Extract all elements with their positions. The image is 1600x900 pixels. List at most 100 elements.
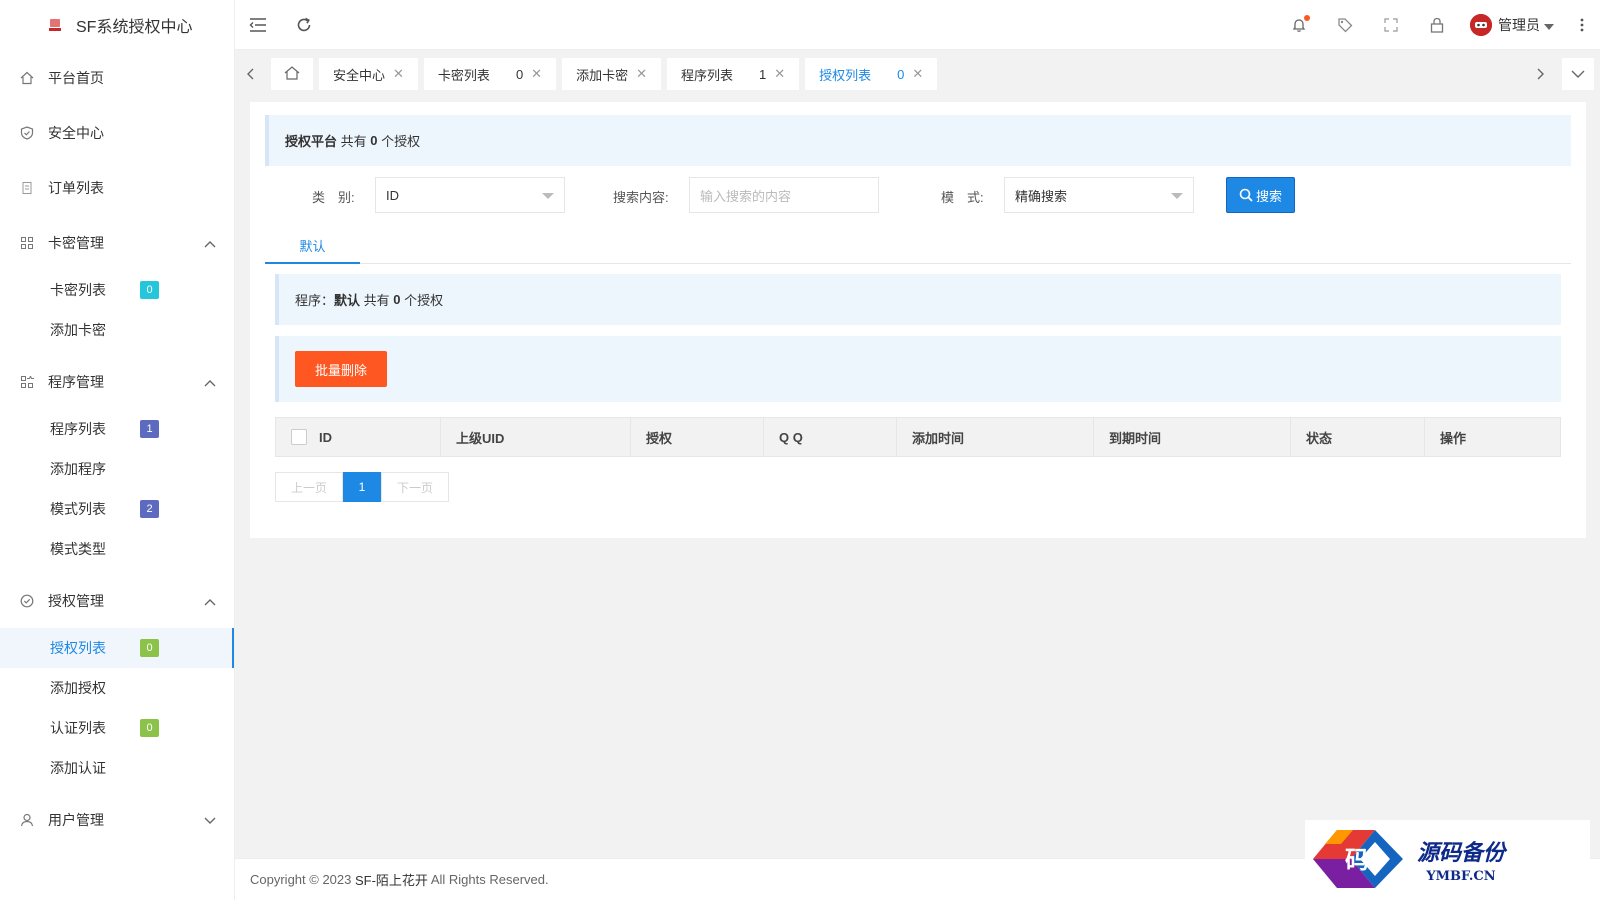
sidebar-item-label: 添加程序 <box>50 461 106 477</box>
sidebar-item-label: 订单列表 <box>48 179 104 196</box>
caret-down-icon <box>542 193 554 199</box>
sidebar-item-auth-list[interactable]: 授权列表 0 <box>0 628 234 668</box>
chevron-up-icon <box>204 235 216 251</box>
sidebar-item-add-auth[interactable]: 添加授权 <box>0 668 234 708</box>
sidebar-item-home[interactable]: 平台首页 <box>0 50 234 105</box>
check-circle-icon <box>20 594 34 608</box>
watermark: 码 源码备份 YMBF.CN <box>1305 820 1590 898</box>
search-input[interactable]: 输入搜索的内容 <box>689 177 879 213</box>
column-label: ID <box>319 429 332 445</box>
tab-home[interactable] <box>271 58 313 90</box>
tab-label: 安全中心 <box>333 67 386 83</box>
tab-program-list[interactable]: 程序列表 1 ✕ <box>667 58 800 90</box>
program-tabs: 默认 <box>265 228 1571 264</box>
document-icon <box>20 181 34 195</box>
auth-table-header: ID 上级UID 授权 Q Q 添加时间 到期时间 状态 操作 <box>275 417 1561 457</box>
refresh-icon[interactable] <box>281 0 327 50</box>
menu-fold-icon[interactable] <box>235 0 281 50</box>
sidebar-item-label: 卡密管理 <box>48 234 104 251</box>
avatar <box>1470 13 1492 36</box>
tab-add-card[interactable]: 添加卡密 ✕ <box>562 58 661 90</box>
pagination: 上一页 1 下一页 <box>275 472 449 502</box>
chevron-down-icon[interactable] <box>1562 58 1594 90</box>
column-parent-uid: 上级UID <box>441 418 631 456</box>
notice-prefix: 授权平台 <box>285 134 338 149</box>
sidebar-item-label: 安全中心 <box>48 124 104 141</box>
sidebar-item-label: 添加认证 <box>50 760 106 776</box>
sidebar-item-program-management[interactable]: 程序管理 <box>0 354 234 409</box>
mode-select[interactable]: 精确搜索 <box>1004 177 1194 213</box>
sidebar-item-label: 授权管理 <box>48 592 104 609</box>
home-icon <box>20 71 34 85</box>
tab-label: 添加卡密 <box>576 67 629 83</box>
user-menu[interactable]: 管理员 <box>1460 13 1564 36</box>
shield-icon <box>20 125 34 140</box>
column-qq: Q Q <box>764 418 897 456</box>
search-button[interactable]: 搜索 <box>1226 177 1295 213</box>
next-page-button[interactable]: 下一页 <box>381 472 449 502</box>
more-vertical-icon[interactable] <box>1564 0 1600 50</box>
platform-notice: 授权平台 共有 0 个授权 <box>265 115 1571 166</box>
sidebar-item-mode-list[interactable]: 模式列表 2 <box>0 489 234 529</box>
lock-icon[interactable] <box>1414 0 1460 50</box>
tag-icon[interactable] <box>1322 0 1368 50</box>
sidebar-item-label: 用户管理 <box>48 811 104 828</box>
tab-label: 程序列表 <box>681 67 734 83</box>
sidebar-item-auth-management[interactable]: 授权管理 <box>0 573 234 628</box>
chevron-right-icon[interactable] <box>1526 58 1556 90</box>
close-icon[interactable]: ✕ <box>912 66 923 82</box>
sidebar-item-add-program[interactable]: 添加程序 <box>0 449 234 489</box>
sidebar-item-card-management[interactable]: 卡密管理 <box>0 215 234 270</box>
fullscreen-icon[interactable] <box>1368 0 1414 50</box>
apps-icon <box>20 375 34 389</box>
tab-label: 卡密列表 <box>437 67 490 83</box>
count-badge: 0 <box>140 719 159 737</box>
footer-copyright: Copyright © 2023 <box>250 872 355 887</box>
header-actions: 管理员 <box>1276 0 1600 50</box>
caret-down-icon <box>1544 17 1554 33</box>
app-title: SF系统授权中心 <box>76 19 193 36</box>
search-button-label: 搜索 <box>1255 188 1282 204</box>
notice-prefix: 程序： <box>295 293 335 308</box>
column-added-time: 添加时间 <box>897 418 1094 456</box>
category-value: ID <box>386 187 399 203</box>
column-expire-time: 到期时间 <box>1094 418 1291 456</box>
close-icon[interactable]: ✕ <box>774 66 785 82</box>
caret-down-icon <box>1171 193 1183 199</box>
sidebar-item-add-verify[interactable]: 添加认证 <box>0 748 234 788</box>
column-actions: 操作 <box>1440 430 1467 446</box>
tab-auth-list[interactable]: 授权列表 0 ✕ <box>805 58 938 90</box>
chevron-up-icon <box>204 593 216 609</box>
tab-card-list[interactable]: 卡密列表 0 ✕ <box>423 58 557 90</box>
bell-icon[interactable] <box>1276 0 1322 50</box>
category-select[interactable]: ID <box>375 177 565 213</box>
notification-dot <box>1304 14 1310 21</box>
watermark-en: YMBF.CN <box>1426 868 1496 884</box>
batch-delete-button[interactable]: 批量删除 <box>295 351 387 387</box>
sidebar-item-orders[interactable]: 订单列表 <box>0 160 234 215</box>
sidebar-item-label: 卡密列表 <box>50 282 106 298</box>
close-icon[interactable]: ✕ <box>531 66 542 82</box>
prev-page-button[interactable]: 上一页 <box>275 472 343 502</box>
sidebar-item-security[interactable]: 安全中心 <box>0 105 234 160</box>
sidebar-item-user-management[interactable]: 用户管理 <box>0 792 234 847</box>
tab-security-center[interactable]: 安全中心 ✕ <box>319 58 418 90</box>
chevron-down-icon <box>204 812 216 828</box>
close-icon[interactable]: ✕ <box>636 66 647 82</box>
sidebar-item-add-card[interactable]: 添加卡密 <box>0 310 234 350</box>
sidebar-item-mode-type[interactable]: 模式类型 <box>0 529 234 569</box>
sidebar-item-program-list[interactable]: 程序列表 1 <box>0 409 234 449</box>
sidebar-item-label: 模式列表 <box>50 501 106 517</box>
tab-default[interactable]: 默认 <box>265 228 360 264</box>
sidebar-item-label: 添加卡密 <box>50 322 106 338</box>
chevron-left-icon[interactable] <box>235 58 265 90</box>
count-badge: 2 <box>140 500 159 518</box>
sidebar-item-verify-list[interactable]: 认证列表 0 <box>0 708 234 748</box>
sidebar-item-card-list[interactable]: 卡密列表 0 <box>0 270 234 310</box>
mode-label: 模 式: <box>941 190 984 205</box>
footer-brand[interactable]: SF-陌上花开 <box>355 870 428 889</box>
close-icon[interactable]: ✕ <box>393 66 404 82</box>
app-logo[interactable]: SF系统授权中心 <box>0 0 234 50</box>
select-all-checkbox[interactable] <box>291 429 307 445</box>
current-page[interactable]: 1 <box>343 472 381 502</box>
